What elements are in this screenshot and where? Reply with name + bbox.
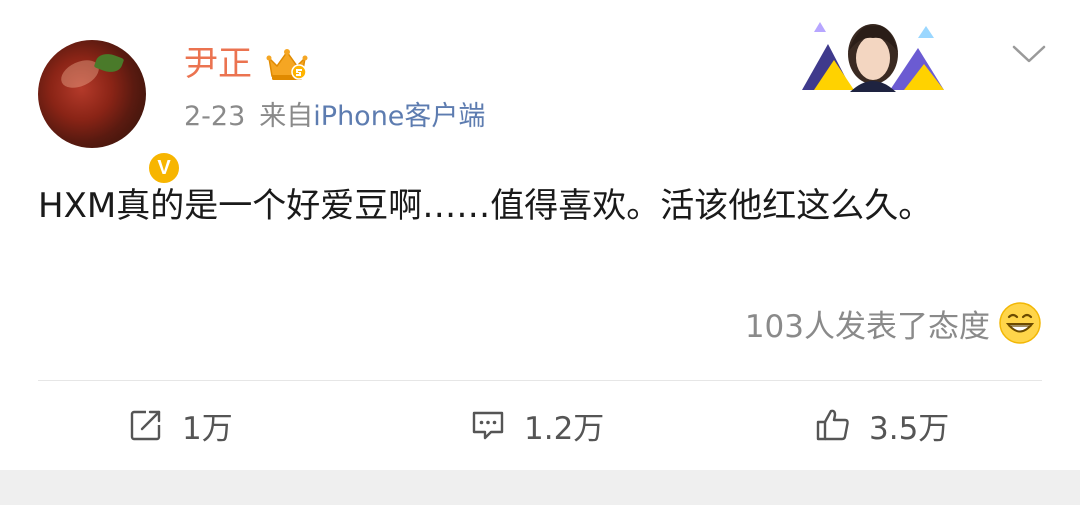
comment-icon bbox=[472, 411, 504, 440]
post-text: HXM真的是一个好爱豆啊……值得喜欢。活该他红这么久。 bbox=[38, 186, 933, 226]
like-count: 3.5万 bbox=[869, 410, 950, 447]
reactions-summary[interactable]: 103人发表了态度 bbox=[745, 300, 1042, 346]
comment-button[interactable]: 1.2万 bbox=[470, 400, 604, 450]
chevron-down-icon[interactable] bbox=[1011, 42, 1047, 66]
thumbs-up-icon bbox=[816, 409, 849, 441]
like-button[interactable]: 3.5万 bbox=[815, 400, 949, 450]
grin-emoji-icon bbox=[999, 302, 1041, 344]
card-decoration-banner[interactable] bbox=[800, 8, 946, 92]
comment-count: 1.2万 bbox=[524, 410, 605, 447]
post-date: 2-23 bbox=[184, 101, 246, 132]
repost-button[interactable]: 1万 bbox=[128, 400, 233, 450]
weibo-post-card: V 尹正 2-23 来自iPhone客户端 HXM真的是一个好爱豆啊……值得喜欢。… bbox=[0, 0, 1080, 470]
crown-icon[interactable] bbox=[265, 46, 309, 82]
source-link[interactable]: iPhone客户端 bbox=[313, 101, 485, 132]
repost-count: 1万 bbox=[182, 410, 233, 447]
username[interactable]: 尹正 bbox=[184, 42, 252, 86]
divider bbox=[38, 380, 1042, 381]
repost-icon bbox=[130, 410, 161, 441]
avatar[interactable]: V bbox=[38, 40, 182, 186]
feed-separator bbox=[0, 470, 1080, 505]
source-prefix: 来自 bbox=[259, 101, 314, 132]
post-meta: 2-23 来自iPhone客户端 bbox=[184, 99, 485, 135]
reactions-label: 103人发表了态度 bbox=[744, 308, 990, 345]
